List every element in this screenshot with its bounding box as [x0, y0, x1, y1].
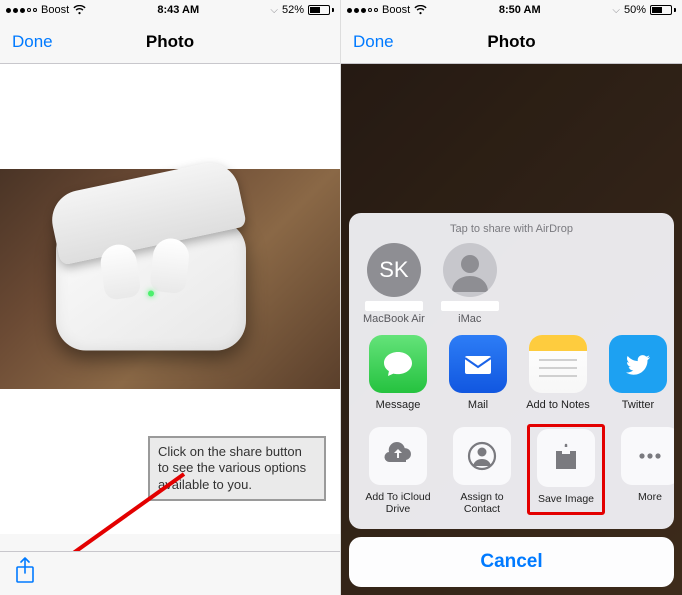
share-app-notes[interactable]: Add to Notes [523, 335, 593, 411]
battery-percent: 52% [282, 4, 304, 16]
bluetooth-icon: ⌵ [612, 5, 620, 16]
share-button[interactable] [14, 557, 36, 590]
action-icloud-drive[interactable]: Add To iCloud Drive [359, 427, 437, 515]
carrier-label: Boost [41, 4, 69, 16]
notes-icon [529, 335, 587, 393]
share-sheet: Tap to share with AirDrop SK MacBook Air… [349, 213, 674, 587]
more-icon [621, 427, 674, 485]
share-app-twitter[interactable]: Twitter [603, 335, 673, 411]
bluetooth-icon: ⌵ [270, 5, 278, 16]
app-label: Twitter [603, 399, 673, 411]
battery-icon [650, 5, 676, 15]
app-label: Message [363, 399, 433, 411]
action-label: Add To iCloud Drive [359, 491, 437, 515]
cloud-upload-icon [369, 427, 427, 485]
annotation-tooltip: Click on the share button to see the var… [148, 436, 326, 501]
share-app-mail[interactable]: Mail [443, 335, 513, 411]
share-panel: Tap to share with AirDrop SK MacBook Air… [349, 213, 674, 529]
nav-bar: Done Photo [0, 20, 340, 64]
status-bar: Boost 8:50 AM ⌵ 50% [341, 0, 682, 20]
airdrop-target-label: iMac [441, 313, 499, 325]
message-icon [369, 335, 427, 393]
app-label: Add to Notes [523, 399, 593, 411]
action-more[interactable]: More [611, 427, 674, 515]
battery-percent: 50% [624, 4, 646, 16]
contact-icon [453, 427, 511, 485]
share-icon [14, 557, 36, 585]
mail-icon [449, 335, 507, 393]
nav-bar: Done Photo [341, 20, 682, 64]
action-label: More [611, 491, 674, 503]
action-save-image[interactable]: Save Image [527, 424, 605, 515]
signal-dots-icon [6, 8, 37, 13]
phone-share-sheet: Boost 8:50 AM ⌵ 50% Done Photo Tap to sh… [341, 0, 682, 595]
action-row[interactable]: Add To iCloud Drive Assign to Contact Sa… [349, 417, 674, 515]
app-share-row[interactable]: Message Mail Add to Notes [349, 325, 674, 411]
airpods-photo [0, 169, 340, 389]
signal-dots-icon [347, 8, 378, 13]
done-button[interactable]: Done [341, 32, 406, 52]
save-image-icon [537, 429, 595, 487]
status-bar: Boost 8:43 AM ⌵ 52% [0, 0, 340, 20]
clock: 8:43 AM [157, 4, 199, 16]
airdrop-target-label: MacBook Air [363, 313, 425, 325]
clock: 8:50 AM [499, 4, 541, 16]
action-label: Save Image [532, 493, 600, 505]
airdrop-target-imac[interactable]: iMac [441, 243, 499, 325]
airdrop-title: Tap to share with AirDrop [349, 223, 674, 235]
action-label: Assign to Contact [443, 491, 521, 515]
share-app-message[interactable]: Message [363, 335, 433, 411]
bottom-toolbar [0, 551, 340, 595]
battery-icon [308, 5, 334, 15]
wifi-icon [73, 5, 86, 15]
carrier-label: Boost [382, 4, 410, 16]
app-label: Mail [443, 399, 513, 411]
avatar-initials: SK [367, 243, 421, 297]
action-assign-contact[interactable]: Assign to Contact [443, 427, 521, 515]
cancel-button[interactable]: Cancel [349, 537, 674, 587]
twitter-icon [609, 335, 667, 393]
done-button[interactable]: Done [0, 32, 65, 52]
phone-photo-view: Boost 8:43 AM ⌵ 52% Done Photo Click on … [0, 0, 341, 595]
wifi-icon [414, 5, 427, 15]
airdrop-target-macbook[interactable]: SK MacBook Air [363, 243, 425, 325]
avatar-generic-icon [443, 243, 497, 297]
